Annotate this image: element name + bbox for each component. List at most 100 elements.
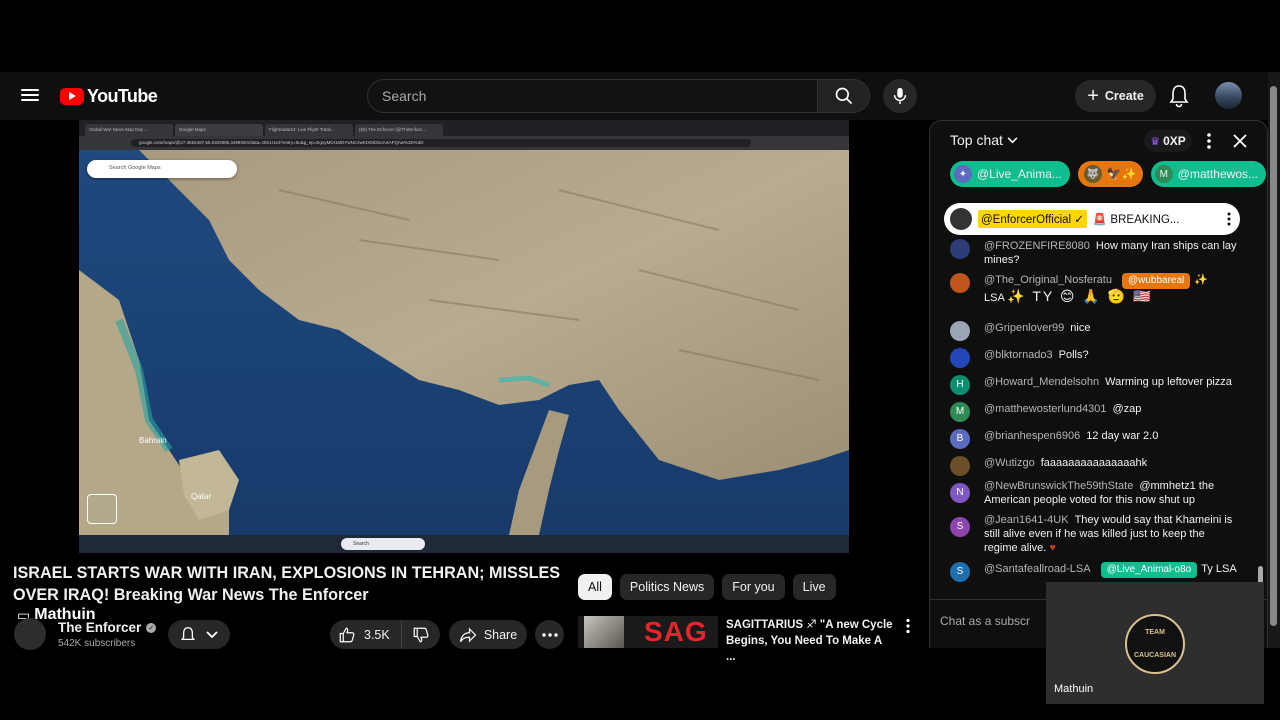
message-text: LSA xyxy=(984,292,1005,304)
chat-mode-label: Top chat xyxy=(950,132,1003,148)
chip-politics-news[interactable]: Politics News xyxy=(619,574,715,600)
dislike-button[interactable] xyxy=(402,620,440,649)
message-text: nice xyxy=(1070,322,1091,334)
ticker-item[interactable]: ✦ @Live_Anima... xyxy=(950,161,1070,187)
webcam-overlay: TEAM CAUCASIAN Mathuin xyxy=(1046,582,1264,704)
message-mention[interactable]: @wubbareal xyxy=(1121,273,1191,289)
share-arrow-icon xyxy=(459,627,477,642)
search-input[interactable]: Search xyxy=(367,79,817,113)
notifications-bell-icon[interactable] xyxy=(1168,84,1190,108)
message-author[interactable]: @blktornado3 xyxy=(984,349,1053,361)
pinned-message[interactable]: @EnforcerOfficial ✓ 🚨 BREAKING... xyxy=(944,203,1240,235)
message-avatar xyxy=(950,273,970,293)
chip-live[interactable]: Live xyxy=(792,574,836,600)
subscription-notifications-button[interactable] xyxy=(168,620,230,649)
satellite-map: Search Google Maps Bahrain Qatar xyxy=(79,150,849,535)
captured-url: google.com/maps/@27.3652487,55.0303995,3… xyxy=(131,139,751,147)
chat-message: N @NewBrunswickThe59thState @mmhetz1 the … xyxy=(950,479,1240,507)
share-button[interactable]: Share xyxy=(449,620,527,649)
thumbs-down-icon xyxy=(413,627,429,642)
thumbs-up-icon xyxy=(339,627,355,642)
message-author[interactable]: @Howard_Mendelsohn xyxy=(984,376,1099,388)
map-search-box: Search Google Maps xyxy=(87,160,237,178)
message-avatar: N xyxy=(950,483,970,503)
message-text: Warming up leftover pizza xyxy=(1105,376,1232,388)
verified-check-icon: ✓ xyxy=(146,622,157,633)
captured-tab: Google Maps xyxy=(175,124,263,136)
captured-taskbar-search: Search xyxy=(341,538,425,550)
message-author[interactable]: @NewBrunswickThe59thState xyxy=(984,480,1133,492)
subscriber-count: 542K subscribers xyxy=(58,638,136,649)
ticker-avatar: 🐺 xyxy=(1083,165,1102,183)
chat-message: @blktornado3 Polls? xyxy=(950,348,1240,368)
chat-more-icon[interactable] xyxy=(1202,131,1216,151)
create-button[interactable]: + Create xyxy=(1075,80,1156,112)
page-scrollbar-thumb[interactable] xyxy=(1270,86,1277,626)
message-author[interactable]: @Jean1641-4UK xyxy=(984,514,1069,526)
xp-badge[interactable]: ♛ 0XP xyxy=(1144,130,1192,152)
message-author[interactable]: @Santafeallroad-LSA xyxy=(984,563,1091,575)
message-emojis: ✨ TY 😊 🙏 🫡 🇺🇸 xyxy=(1007,288,1153,304)
close-icon[interactable] xyxy=(1232,133,1248,149)
ticker-item[interactable]: 🐺 🦅✨ xyxy=(1077,161,1143,187)
message-avatar: S xyxy=(950,562,970,582)
chat-message: S @Santafeallroad-LSA @Live_Animal-o8o Ty … xyxy=(950,562,1240,582)
like-button[interactable]: 3.5K xyxy=(330,620,402,649)
create-label: Create xyxy=(1104,89,1144,103)
chat-message: S @Jean1641-4UK They would say that Khame… xyxy=(950,513,1240,555)
recommended-video-title[interactable]: SAGITTARIUS ♐ "A new Cycle Begins, You N… xyxy=(726,617,894,665)
chevron-down-icon xyxy=(1007,136,1018,143)
message-avatar xyxy=(950,321,970,341)
plus-icon: + xyxy=(1087,85,1099,107)
message-avatar: S xyxy=(950,517,970,537)
recommended-video-thumbnail[interactable]: SAG xyxy=(578,616,718,648)
message-mention[interactable]: @Live_Animal-o8o xyxy=(1100,562,1198,578)
chat-message: H @Howard_Mendelsohn Warming up leftover … xyxy=(950,375,1240,395)
more-actions-button[interactable] xyxy=(535,620,564,649)
message-avatar: H xyxy=(950,375,970,395)
live-chat-panel: Top chat ♛ 0XP ✦ @Live_Anima... 🐺 🦅✨ M @… xyxy=(929,120,1268,648)
ticker-avatar: M xyxy=(1154,165,1173,183)
message-author[interactable]: @The_Original_Nosferatu xyxy=(984,274,1112,286)
youtube-logo[interactable]: YouTube xyxy=(60,86,158,107)
chat-message: @Wutizgo faaaaaaaaaaaaaaahk xyxy=(950,456,1240,476)
recommended-video-menu-icon[interactable] xyxy=(900,618,916,634)
message-text: faaaaaaaaaaaaaaahk xyxy=(1040,457,1148,469)
chip-for-you[interactable]: For you xyxy=(722,574,785,600)
map-layers-thumbnail xyxy=(87,494,117,524)
captured-browser-tabs: Global War News Map Day ... Google Maps … xyxy=(79,120,849,136)
channel-avatar[interactable] xyxy=(14,618,46,650)
video-title: ISRAEL STARTS WAR WITH IRAN, EXPLOSIONS … xyxy=(13,564,561,604)
message-avatar: B xyxy=(950,429,970,449)
video-player[interactable]: Global War News Map Day ... Google Maps … xyxy=(79,120,849,553)
search-button[interactable] xyxy=(817,79,870,113)
super-chat-ticker: ✦ @Live_Anima... 🐺 🦅✨ M @matthewos... xyxy=(950,161,1266,187)
message-author[interactable]: @FROZENFIRE8080 xyxy=(984,240,1090,252)
sparkle-icon: ✨ xyxy=(1194,274,1208,286)
thumbnail-text: SAG xyxy=(644,616,708,647)
ticker-item[interactable]: M @matthewos... xyxy=(1150,161,1266,187)
message-author[interactable]: @Gripenlover99 xyxy=(984,322,1064,334)
thumbnail-face xyxy=(584,616,624,648)
pinned-menu-icon[interactable] xyxy=(1224,211,1234,227)
heart-icon: ♥ xyxy=(1049,542,1056,554)
chat-message: @Gripenlover99 nice xyxy=(950,321,1240,341)
logo-text: YouTube xyxy=(87,86,158,106)
badge-bottom-text: CAUCASIAN xyxy=(1134,652,1176,659)
message-avatar xyxy=(950,239,970,259)
map-label-bahrain: Bahrain xyxy=(139,436,167,445)
chat-mode-dropdown[interactable]: Top chat xyxy=(950,132,1018,148)
pinned-text: 🚨 BREAKING... xyxy=(1092,214,1180,226)
channel-name: The Enforcer xyxy=(58,620,142,635)
account-avatar[interactable] xyxy=(1215,82,1242,109)
chip-all[interactable]: All xyxy=(578,574,612,600)
pinned-avatar xyxy=(950,208,972,230)
voice-search-button[interactable] xyxy=(883,79,917,113)
message-author[interactable]: @matthewosterlund4301 xyxy=(984,403,1106,415)
channel-name-link[interactable]: The Enforcer ✓ xyxy=(58,620,157,635)
hamburger-menu-icon[interactable] xyxy=(18,86,42,106)
message-text: 12 day war 2.0 xyxy=(1086,430,1159,442)
message-author[interactable]: @brianhespen6906 xyxy=(984,430,1080,442)
message-author[interactable]: @Wutizgo xyxy=(984,457,1035,469)
map-label-qatar: Qatar xyxy=(191,492,212,501)
